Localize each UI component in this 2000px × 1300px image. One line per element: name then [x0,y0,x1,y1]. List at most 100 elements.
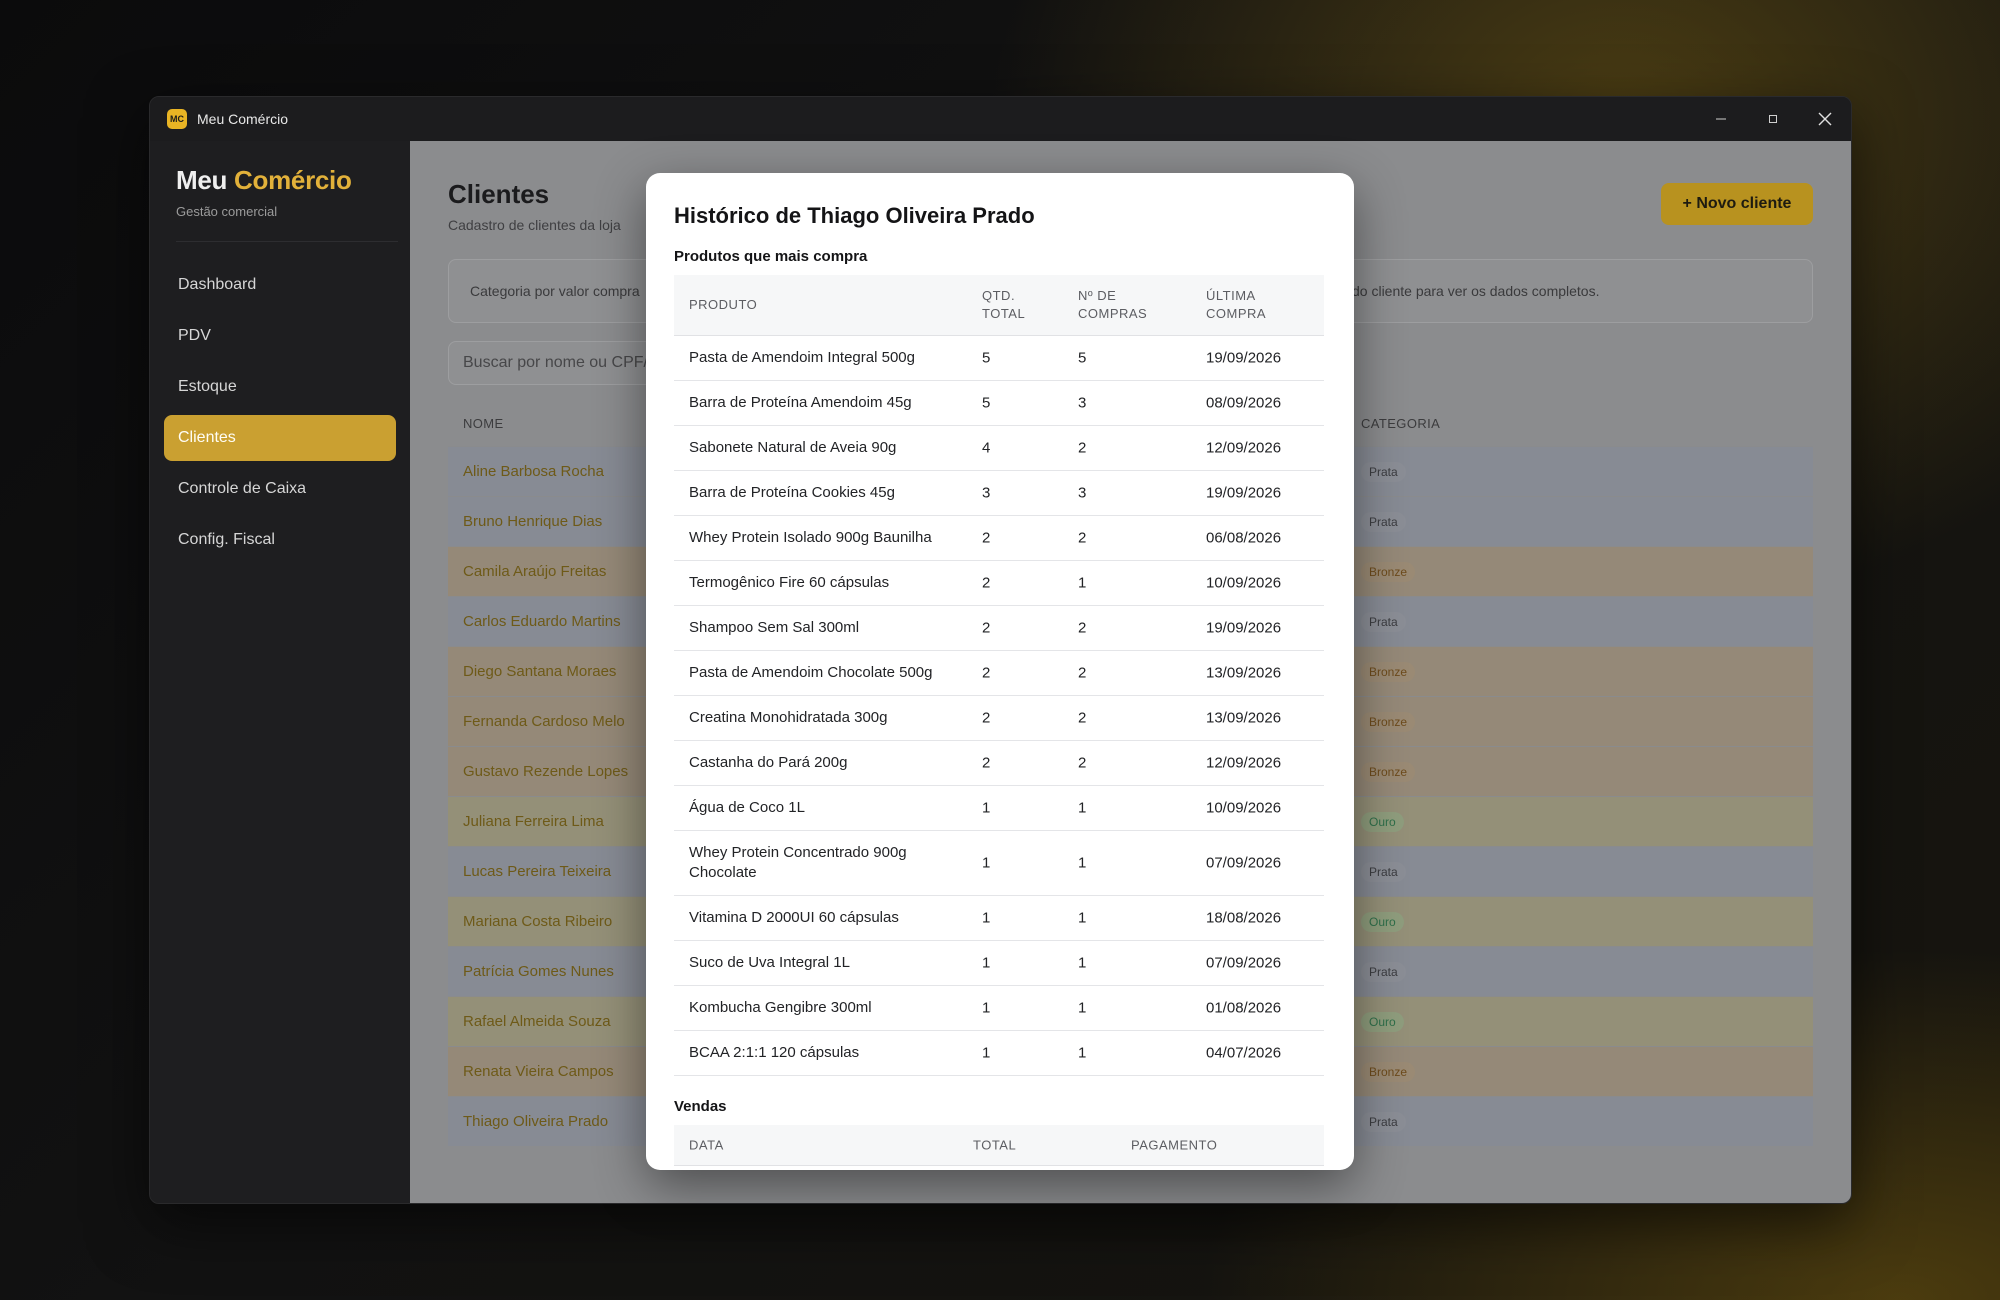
minimize-button[interactable] [1695,97,1747,141]
product-purchases: 2 [1078,619,1087,637]
column-header-total: TOTAL [973,1137,1017,1153]
products-section-title: Produtos que mais compra [674,248,868,265]
client-name: Aline Barbosa Rocha [463,463,604,480]
product-purchases: 2 [1078,664,1087,682]
client-name: Juliana Ferreira Lima [463,813,604,830]
page-title: Clientes [448,179,550,209]
client-name: Lucas Pereira Teixeira [463,863,612,880]
sidebar-nav: Dashboard PDV Estoque Clientes Controle … [150,242,410,563]
table-row: Suco de Uva Integral 1L 1 1 07/09/2026 [674,941,1324,986]
product-purchases: 1 [1078,799,1087,817]
product-last-purchase: 19/09/2026 [1206,619,1282,637]
product-qty: 1 [982,909,991,927]
product-name: Água de Coco 1L [689,799,805,816]
products-table: PRODUTO QTD. TOTAL Nº DE COMPRAS ÚLTIMA … [674,275,1324,1076]
brand-name-first: Meu [176,165,228,195]
product-name: Kombucha Gengibre 300ml [689,999,872,1016]
table-row: Água de Coco 1L 1 1 10/09/2026 [674,786,1324,831]
category-badge: Ouro [1361,1011,1404,1032]
maximize-icon [1769,115,1777,123]
product-last-purchase: 18/08/2026 [1206,909,1282,927]
product-qty: 1 [982,799,991,817]
sidebar-item-config-fiscal[interactable]: Config. Fiscal [164,517,396,563]
client-name: Rafael Almeida Souza [463,1013,611,1030]
close-button[interactable] [1799,97,1851,141]
client-name: Camila Araújo Freitas [463,563,607,580]
products-table-header: PRODUTO QTD. TOTAL Nº DE COMPRAS ÚLTIMA … [674,275,1324,336]
brand-subtitle: Gestão comercial [176,204,278,219]
column-header-date: DATA [689,1137,724,1153]
client-history-modal: Histórico de Thiago Oliveira Prado Produ… [646,173,1354,1170]
product-purchases: 1 [1078,999,1087,1017]
sales-table-header: DATA TOTAL PAGAMENTO [674,1125,1324,1166]
product-last-purchase: 13/09/2026 [1206,664,1282,682]
product-name: Termogênico Fire 60 cápsulas [689,574,890,591]
column-header-purchases-1: Nº DE [1078,288,1117,303]
product-name: Whey Protein Isolado 900g Baunilha [689,529,932,546]
product-qty: 4 [982,439,991,457]
product-last-purchase: 08/09/2026 [1206,394,1282,412]
client-name: Gustavo Rezende Lopes [463,763,629,780]
new-client-button[interactable]: + Novo cliente [1661,183,1813,225]
sidebar-item-estoque[interactable]: Estoque [164,364,396,410]
product-name: Sabonete Natural de Aveia 90g [689,439,897,456]
product-last-purchase: 10/09/2026 [1206,799,1282,817]
column-header-category: CATEGORIA [1361,416,1441,431]
product-name: Pasta de Amendoim Chocolate 500g [689,664,933,681]
table-row: Whey Protein Isolado 900g Baunilha 2 2 06/0… [674,516,1324,561]
column-header-last-1: ÚLTIMA [1206,288,1256,303]
minimize-icon [1716,118,1726,120]
product-purchases: 2 [1078,709,1087,727]
product-last-purchase: 07/09/2026 [1206,854,1282,872]
category-badge: Prata [1361,1111,1406,1132]
product-name: Shampoo Sem Sal 300ml [689,619,860,636]
sidebar-item-clientes[interactable]: Clientes [164,415,396,461]
product-purchases: 5 [1078,349,1087,367]
table-row: Vitamina D 2000UI 60 cápsulas 1 1 18/08/202… [674,896,1324,941]
category-badge: Bronze [1361,561,1416,582]
product-qty: 2 [982,709,991,727]
product-last-purchase: 10/09/2026 [1206,574,1282,592]
sidebar-item-controle-de-caixa[interactable]: Controle de Caixa [164,466,396,512]
column-header-qty-1: QTD. [982,288,1016,303]
sidebar-item-pdv[interactable]: PDV [164,313,396,359]
column-header-payment: PAGAMENTO [1131,1137,1218,1153]
table-row: Barra de Proteína Cookies 45g 3 3 19/09/202… [674,471,1324,516]
table-row: Castanha do Pará 200g 2 2 12/09/2026 [674,741,1324,786]
product-purchases: 1 [1078,909,1087,927]
product-qty: 1 [982,1044,991,1062]
sidebar-item-dashboard[interactable]: Dashboard [164,262,396,308]
category-badge: Prata [1361,861,1406,882]
category-badge: Ouro [1361,911,1404,932]
product-qty: 2 [982,619,991,637]
product-qty: 1 [982,954,991,972]
client-name: Fernanda Cardoso Melo [463,713,625,730]
product-purchases: 2 [1078,754,1087,772]
product-name: Barra de Proteína Amendoim 45g [689,394,912,411]
product-purchases: 3 [1078,394,1087,412]
sales-section-title: Vendas [674,1098,727,1115]
product-purchases: 1 [1078,954,1087,972]
info-text-left: Categoria por valor compra [470,283,640,299]
table-row: Pasta de Amendoim Chocolate 500g 2 2 13/09/… [674,651,1324,696]
category-badge: Prata [1361,511,1406,532]
product-qty: 2 [982,664,991,682]
product-qty: 2 [982,529,991,547]
category-badge: Prata [1361,611,1406,632]
product-last-purchase: 01/08/2026 [1206,999,1282,1017]
product-name: BCAA 2:1:1 120 cápsulas [689,1044,860,1061]
app-logo-icon: MC [167,109,187,129]
window-controls [1695,97,1851,141]
client-name: Bruno Henrique Dias [463,513,603,530]
product-name: Suco de Uva Integral 1L [689,954,850,971]
maximize-button[interactable] [1747,97,1799,141]
category-badge: Bronze [1361,661,1416,682]
product-last-purchase: 19/09/2026 [1206,484,1282,502]
product-qty: 1 [982,854,991,872]
brand: Meu Comércio Gestão comercial [150,141,410,219]
table-row: Barra de Proteína Amendoim 45g 5 3 08/09/20… [674,381,1324,426]
client-name: Patrícia Gomes Nunes [463,963,614,980]
product-last-purchase: 19/09/2026 [1206,349,1282,367]
product-qty: 5 [982,394,991,412]
sales-table: DATA TOTAL PAGAMENTO [674,1125,1324,1166]
